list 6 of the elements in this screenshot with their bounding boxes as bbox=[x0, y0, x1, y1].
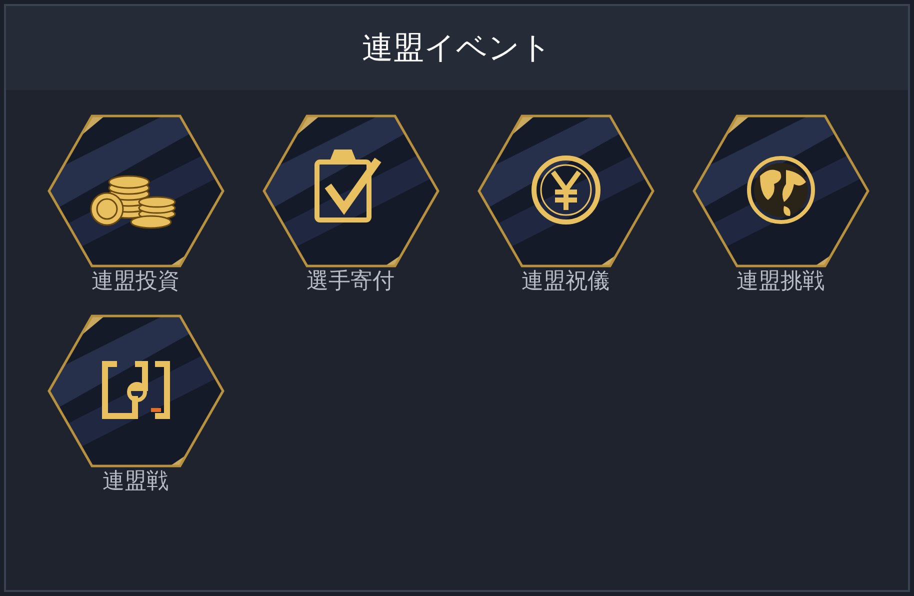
event-label: 連盟戦 bbox=[102, 470, 168, 492]
event-label: 連盟挑戦 bbox=[736, 270, 824, 292]
event-label: 連盟祝儀 bbox=[522, 270, 610, 292]
event-label: 連盟投資 bbox=[92, 270, 180, 292]
panel-title: 連盟イベント bbox=[362, 28, 552, 67]
event-label: 選手寄付 bbox=[306, 270, 394, 292]
